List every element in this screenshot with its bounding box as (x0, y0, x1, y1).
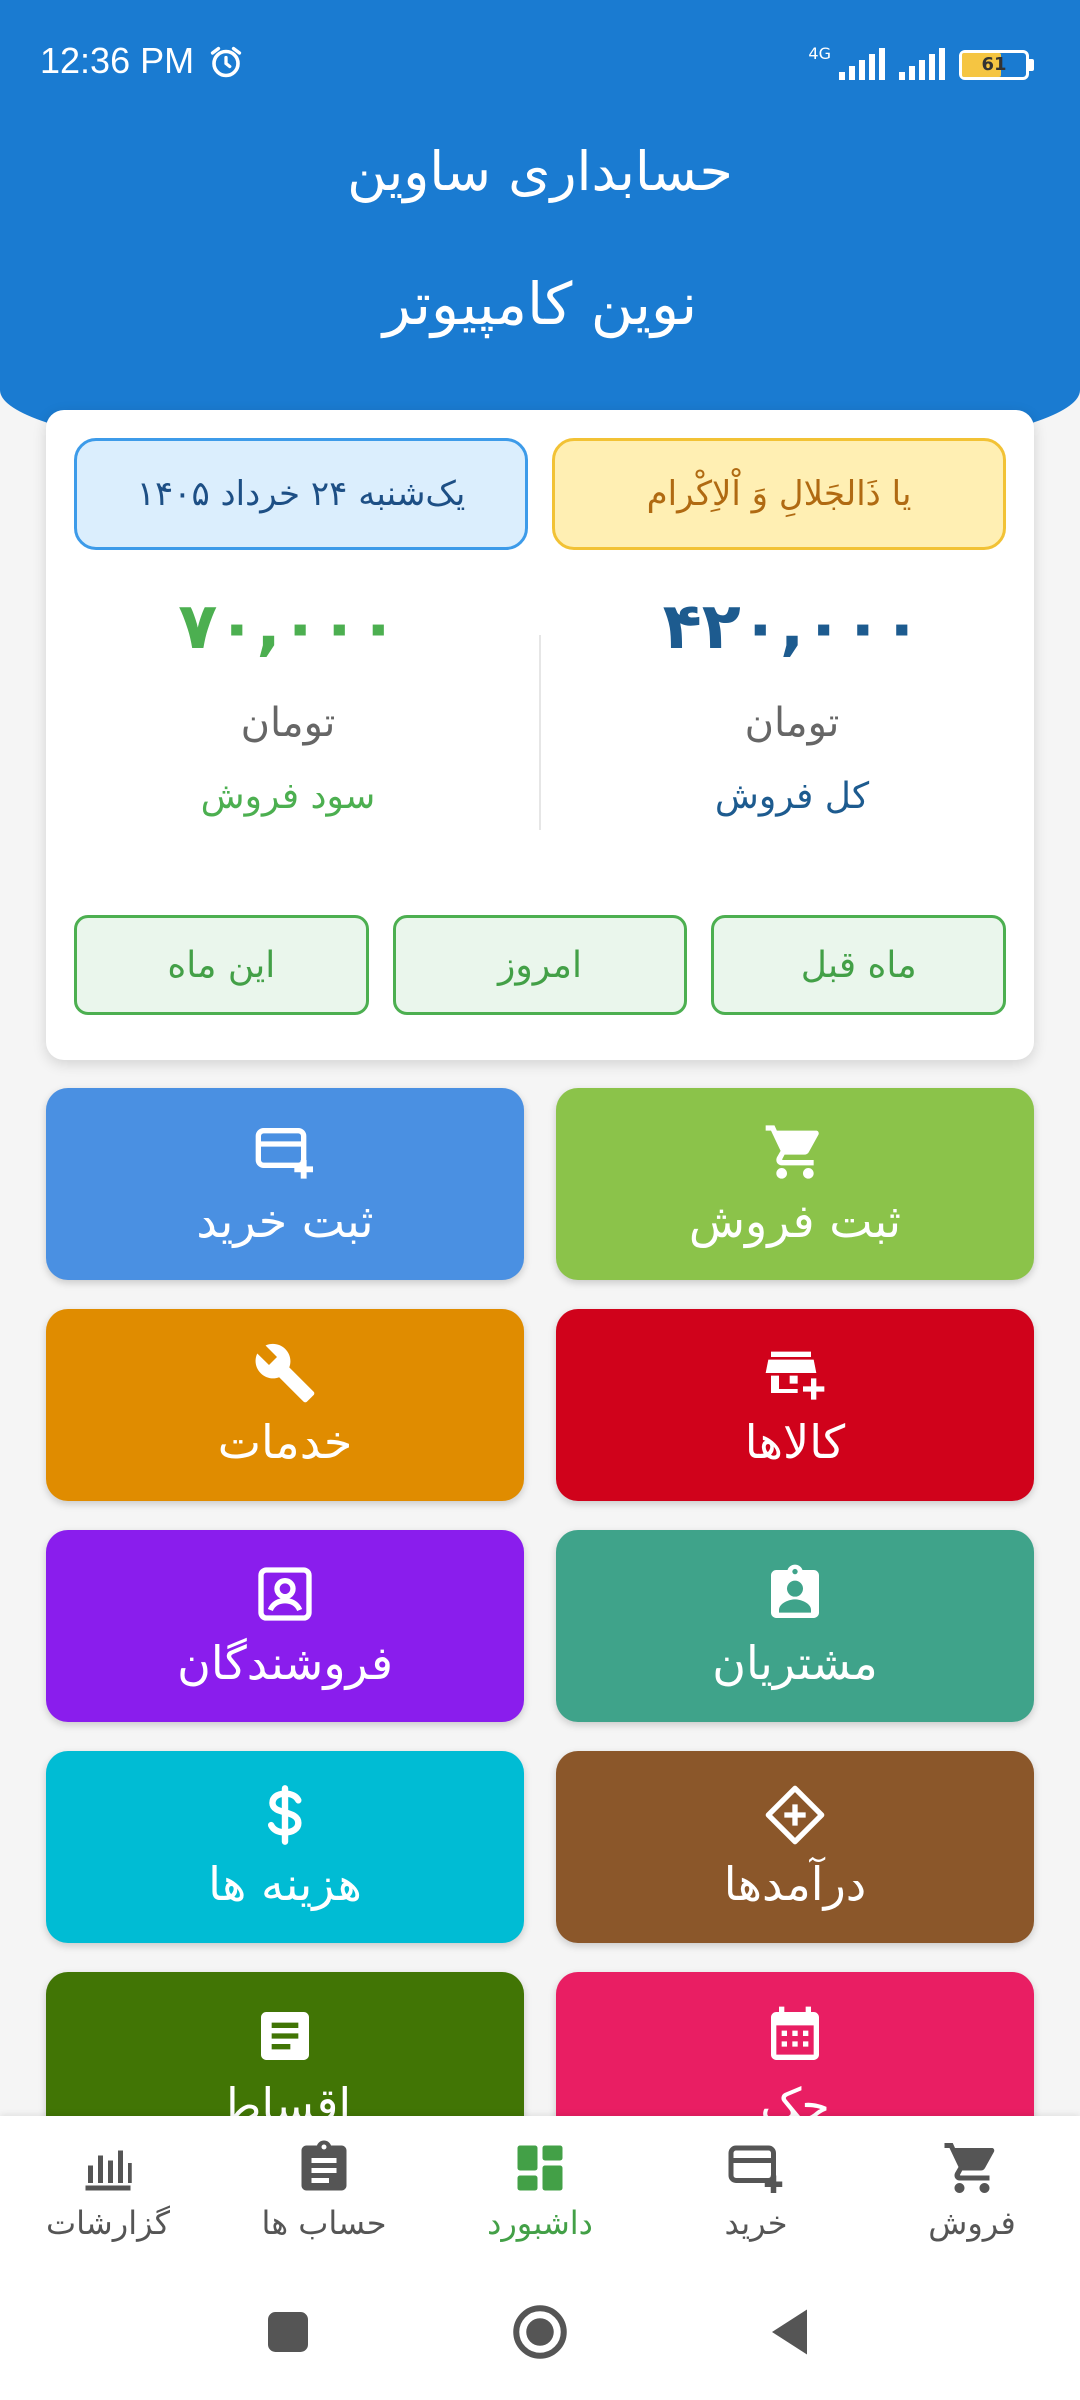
date-badge: یک‌شنبه ۲۴ خرداد ۱۴۰۵ (74, 438, 528, 550)
status-time: 12:36 PM (40, 40, 195, 81)
total-sales-value: ۴۲۰,۰۰۰ (662, 590, 922, 664)
diamond-plus-icon (765, 1785, 825, 1845)
tile-label: فروشندگان (177, 1636, 393, 1690)
sales-profit-stat: ۷۰,۰۰۰ تومان سود فروش (58, 590, 518, 817)
app-title: حسابداری ساوین (347, 140, 733, 203)
tile-customers[interactable]: مشتریان (556, 1530, 1034, 1722)
period-this-month-button[interactable]: این ماه (73, 915, 369, 1015)
tile-suppliers[interactable]: فروشندگان (46, 1530, 524, 1722)
battery-level: 61 (981, 54, 1007, 75)
tile-incomes[interactable]: درآمدها (556, 1751, 1034, 1943)
bottom-navigation: فروش خرید داشبورد حساب ها گزارشات (0, 2116, 1080, 2266)
tile-products[interactable]: کالاها (556, 1309, 1034, 1501)
alarm-icon (210, 46, 242, 78)
battery-icon: 61 (959, 50, 1034, 80)
cart-icon (944, 2143, 995, 2193)
system-navigation (0, 2266, 1080, 2400)
tile-register-purchase[interactable]: ثبت خرید (46, 1088, 524, 1280)
tile-services[interactable]: خدمات (46, 1309, 524, 1501)
tile-label: خدمات (217, 1415, 353, 1469)
dua-badge: یا ذَالجَلالِ وَ اْلاِکْرام (552, 438, 1006, 550)
nav-dashboard[interactable]: داشبورد (432, 2116, 648, 2266)
back-icon[interactable] (762, 2302, 822, 2362)
badge-icon (771, 1564, 819, 1618)
tile-label: کالاها (744, 1415, 846, 1469)
tile-label: ثبت خرید (196, 1194, 374, 1248)
card-add-icon (255, 1128, 313, 1179)
card-add-icon (728, 2145, 783, 2193)
document-icon (261, 2012, 309, 2060)
tile-register-sale[interactable]: ثبت فروش (556, 1088, 1034, 1280)
nav-label: گزارشات (46, 2204, 170, 2242)
total-sales-unit: تومان (744, 700, 840, 746)
nav-label: داشبورد (487, 2204, 593, 2242)
tile-label: مشتریان (712, 1636, 878, 1690)
nav-accounts[interactable]: حساب ها (216, 2116, 432, 2266)
total-sales-label: کل فروش (714, 776, 870, 817)
period-last-month-button[interactable]: ماه قبل (711, 915, 1006, 1015)
tile-label: ثبت فروش (688, 1194, 902, 1248)
total-sales-stat: ۴۲۰,۰۰۰ تومان کل فروش (562, 590, 1022, 817)
network-type: 4G (808, 44, 831, 63)
nav-purchase[interactable]: خرید (648, 2116, 864, 2266)
dashboard-tiles: ثبت فروش ثبت خرید کالاها خدمات مشتریان ف… (46, 1088, 1034, 2164)
calendar-icon (771, 2006, 819, 2060)
home-icon[interactable] (510, 2302, 570, 2362)
tile-label: درآمدها (723, 1857, 867, 1911)
portrait-icon (258, 1567, 312, 1621)
bar-chart-icon (85, 2150, 132, 2191)
status-bar: 12:36 PM 4G 61 (0, 0, 1080, 130)
dashboard-icon (517, 2145, 563, 2191)
store-add-icon (765, 1351, 825, 1400)
sales-profit-value: ۷۰,۰۰۰ (178, 590, 398, 664)
period-selector: ماه قبل امروز این ماه (73, 915, 1006, 1015)
signal-icon (839, 48, 885, 80)
period-today-button[interactable]: امروز (392, 915, 688, 1015)
cart-icon (765, 1125, 819, 1179)
status-indicators: 4G 61 (808, 44, 1034, 80)
dollar-icon (267, 1785, 302, 1845)
sales-profit-label: سود فروش (200, 776, 376, 817)
nav-label: حساب ها (261, 2204, 387, 2242)
nav-label: خرید (724, 2204, 788, 2242)
tile-expenses[interactable]: هزینه ها (46, 1751, 524, 1943)
clipboard-icon (301, 2140, 347, 2191)
nav-sales[interactable]: فروش (864, 2116, 1080, 2266)
wrench-icon (255, 1343, 315, 1403)
nav-label: فروش (928, 2204, 1016, 2242)
nav-reports[interactable]: گزارشات (0, 2116, 216, 2266)
stat-divider (539, 635, 541, 830)
sales-profit-unit: تومان (240, 700, 336, 746)
tile-label: هزینه ها (208, 1857, 362, 1911)
summary-card: یا ذَالجَلالِ وَ اْلاِکْرام یک‌شنبه ۲۴ خ… (46, 410, 1034, 1060)
recent-apps-icon[interactable] (258, 2302, 318, 2362)
company-name: نوین کامپیوتر (382, 270, 698, 338)
signal-icon (899, 48, 945, 80)
